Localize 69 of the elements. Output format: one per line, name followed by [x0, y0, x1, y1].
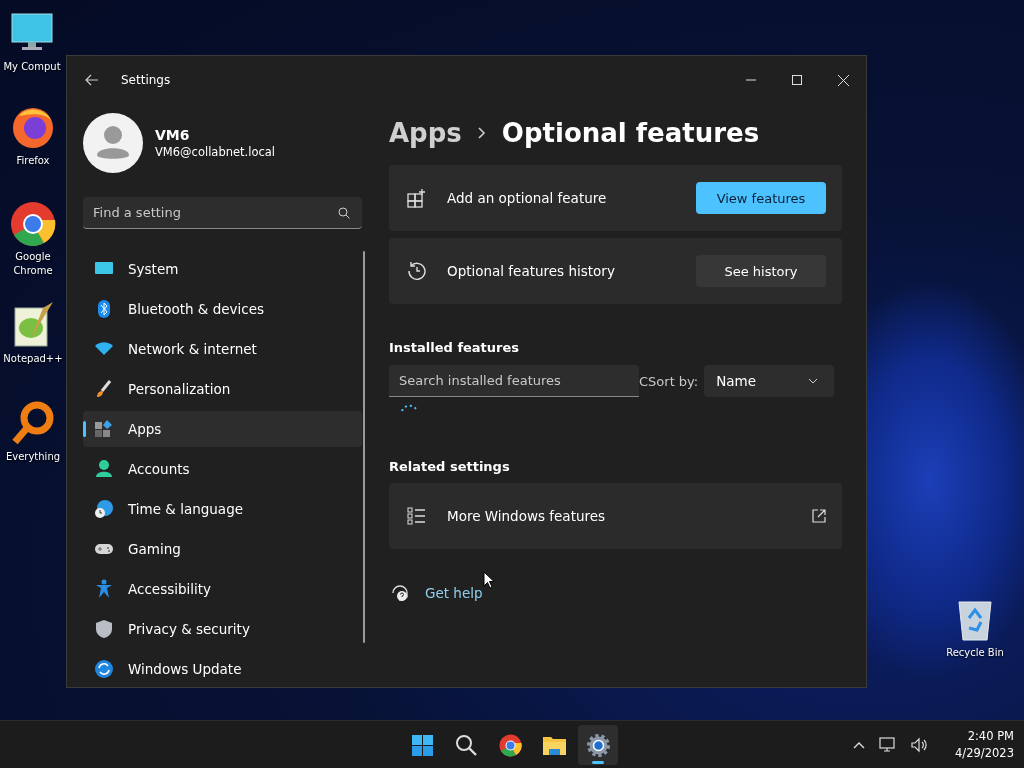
breadcrumb-link[interactable]: Apps — [389, 118, 462, 148]
nav-item[interactable]: Personalization — [83, 371, 362, 407]
nav-icon — [94, 459, 114, 479]
chevron-right-icon — [477, 127, 486, 139]
help-link[interactable]: Get help — [425, 585, 483, 601]
nav-item[interactable]: Bluetooth & devices — [83, 291, 362, 327]
browser-logo-icon[interactable] — [9, 200, 57, 248]
secondary-button[interactable]: See history — [696, 255, 826, 287]
help-chat-icon — [391, 584, 409, 602]
section-heading: Installed features — [389, 340, 521, 355]
nav-item[interactable]: Gaming — [83, 531, 362, 567]
search-field[interactable]: Find a setting — [83, 197, 362, 229]
desktop-icon-label[interactable]: Everything — [5, 450, 61, 464]
page-title: Optional features — [501, 118, 760, 148]
close-icon[interactable] — [838, 74, 849, 86]
desktop-icon-label[interactable]: Google Chrome — [1, 250, 65, 278]
gear-icon — [585, 732, 611, 758]
active-indicator — [592, 761, 604, 764]
window-title: Settings — [121, 73, 172, 87]
desktop-icon-label[interactable]: Notepad++ — [3, 352, 63, 366]
nav-icon — [94, 379, 114, 399]
desktop-icon-label[interactable]: My Comput — [3, 60, 61, 74]
network-icon[interactable] — [879, 736, 898, 753]
nav-icon — [94, 619, 114, 639]
taskbar-app[interactable] — [578, 725, 618, 765]
selection-indicator — [83, 421, 86, 437]
primary-button[interactable]: View features — [696, 182, 826, 214]
card-label: Optional features history — [447, 263, 616, 279]
maximize-icon[interactable] — [792, 75, 802, 85]
clock-date[interactable]: 4/29/2023 — [955, 744, 1014, 762]
caret-up-icon[interactable] — [853, 740, 866, 749]
start-logo-icon — [409, 732, 435, 758]
mouse-cursor-icon — [483, 571, 495, 589]
nav-icon — [94, 419, 114, 439]
nav-item[interactable]: Accounts — [83, 451, 362, 487]
nav-item[interactable]: System — [83, 251, 362, 287]
chevron-down-icon — [808, 378, 819, 384]
user-name: VM6 — [155, 127, 191, 143]
history-icon — [407, 261, 427, 281]
nav-item[interactable]: Apps — [83, 411, 362, 447]
nav-icon — [94, 499, 114, 519]
settings-card[interactable]: More Windows features — [389, 483, 842, 549]
sort-label: CSort by: — [639, 373, 699, 389]
nav-icon — [94, 659, 114, 679]
search-field[interactable]: Search installed features — [389, 365, 639, 397]
desktop-icon-label[interactable]: Recycle Bin — [946, 646, 1004, 660]
sort-dropdown[interactable]: Name — [704, 365, 835, 397]
back-arrow-icon[interactable] — [85, 74, 99, 86]
clock-time[interactable]: 2:40 PM — [955, 727, 1014, 745]
browser-logo-icon — [497, 732, 523, 758]
nav-icon — [94, 579, 114, 599]
nav-item[interactable]: Privacy & security — [83, 611, 362, 647]
nav-item[interactable]: Windows Update — [83, 651, 362, 687]
avatar-icon — [83, 113, 143, 173]
add-grid-icon — [407, 188, 427, 208]
nav-item[interactable]: Network & internet — [83, 331, 362, 367]
nav-item[interactable]: Accessibility — [83, 571, 362, 607]
user-email: VM6@collabnet.local — [155, 145, 276, 159]
section-heading: Related settings — [389, 459, 511, 474]
search-icon[interactable] — [338, 207, 350, 219]
search-icon — [453, 732, 479, 758]
desktop-icon-label[interactable]: Firefox — [16, 154, 50, 168]
external-link-icon — [812, 509, 826, 523]
card-label: Add an optional feature — [447, 190, 608, 206]
nav-item[interactable]: Time & language — [83, 491, 362, 527]
scrollbar[interactable] — [363, 251, 365, 643]
list-icon — [407, 506, 427, 526]
card-label: More Windows features — [447, 508, 607, 524]
volume-icon[interactable] — [911, 736, 930, 753]
